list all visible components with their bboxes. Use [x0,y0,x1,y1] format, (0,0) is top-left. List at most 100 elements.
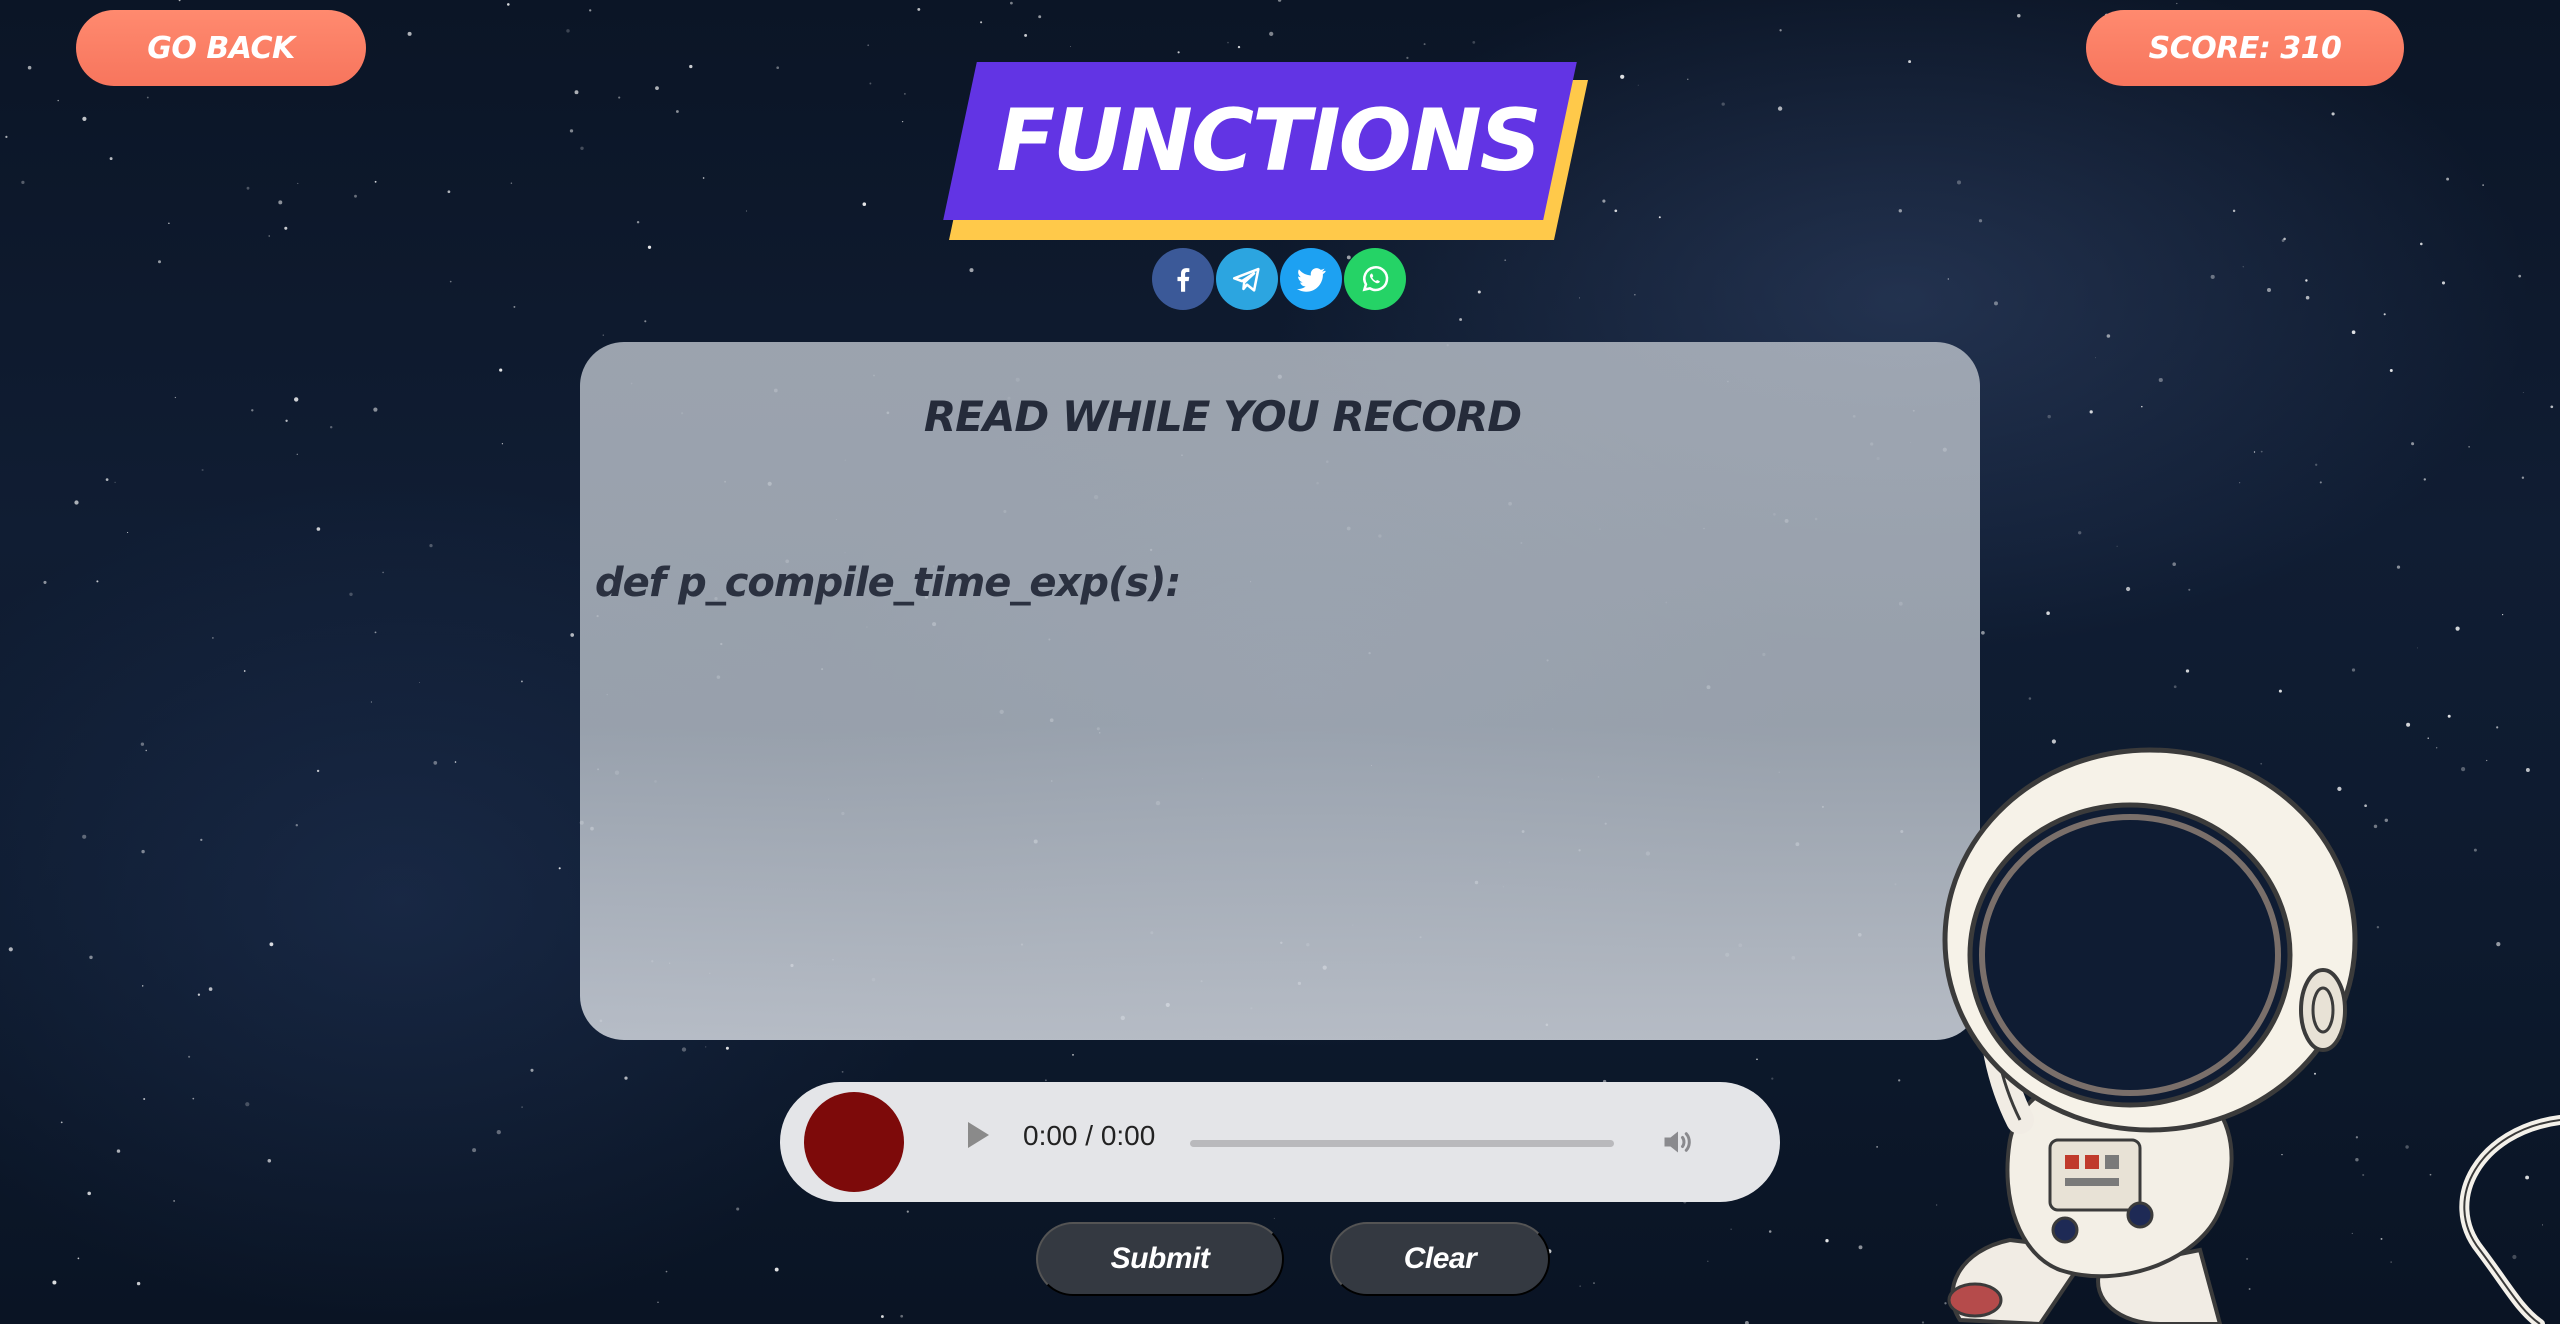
star [197,993,201,996]
star [201,468,204,472]
star [647,245,652,249]
star [245,1102,250,1107]
star [1978,219,1983,223]
star [580,146,584,151]
star [96,580,99,583]
star [2176,2,2178,5]
star [173,1200,175,1202]
star [251,409,254,412]
star [374,631,377,634]
star [2047,414,2051,419]
star [520,680,523,683]
submit-button[interactable]: Submit [1036,1222,1284,1296]
star [900,1314,904,1318]
star [57,99,59,102]
star [624,1076,628,1080]
star [349,592,353,596]
star [1045,1079,1047,1082]
facebook-icon[interactable] [1152,248,1214,310]
star [2095,357,2097,359]
star [636,220,640,224]
whatsapp-icon[interactable] [1344,248,1406,310]
star [278,200,283,205]
star [2383,313,2386,316]
star [2158,377,2163,383]
star [1771,1077,1774,1080]
star [294,397,299,402]
star [1472,41,1476,44]
star [60,1121,63,1124]
star [407,31,412,36]
star [906,1210,909,1213]
score-button[interactable]: SCORE: 310 [2086,10,2404,86]
star [675,110,679,113]
star [2106,334,2111,338]
star [109,157,113,161]
star [2416,647,2418,649]
star [1908,60,1912,64]
star [82,116,87,121]
star [429,543,433,548]
telegram-icon[interactable] [1216,248,1278,310]
star [208,987,213,991]
star [200,838,203,842]
star [382,571,384,574]
twitter-glyph [1296,268,1326,292]
star [2446,177,2450,181]
star [105,478,109,481]
star [569,129,574,133]
star [602,334,604,336]
star [87,1191,91,1196]
audio-recorder: 0:00 / 0:00 [780,1082,1780,1202]
star [2239,482,2241,484]
astronaut-illustration [1942,747,2560,1324]
star [841,1070,844,1073]
star [141,849,145,854]
star [566,29,570,33]
star [374,180,377,183]
star [1579,1285,1581,1287]
star [867,44,870,47]
star [2305,279,2308,282]
share-icons [1152,248,1406,310]
star [880,1315,884,1318]
star [1637,84,1639,86]
volume-icon[interactable] [1660,1124,1696,1160]
star [1227,41,1229,44]
record-button[interactable] [804,1092,904,1192]
star [574,90,579,95]
star [869,82,872,85]
star [1898,209,1902,213]
star [2406,722,2411,727]
star [1273,1217,1275,1219]
star [316,527,321,531]
star [2260,450,2263,453]
star [1956,180,1962,185]
facebook-glyph [1177,268,1190,292]
star [501,443,504,445]
star [1994,301,1998,306]
play-icon[interactable] [968,1122,989,1148]
whatsapp-glyph [1362,266,1389,292]
star [558,867,561,870]
star [2331,112,2335,116]
twitter-icon[interactable] [1280,248,1342,310]
star [745,210,748,212]
star [370,701,372,703]
clear-button[interactable]: Clear [1330,1222,1550,1296]
star [570,633,575,637]
star [141,985,144,987]
star [1779,29,1782,32]
star [2319,481,2322,484]
audio-progress-slider[interactable] [1190,1140,1614,1147]
star [1072,1054,1074,1056]
go-back-button[interactable]: GO BACK [76,10,366,86]
star [127,531,129,534]
star [140,742,145,746]
star [146,96,149,99]
star [212,637,214,639]
reading-panel: READ WHILE YOU RECORD def p_compile_time… [580,342,1980,1040]
star [2185,669,2190,673]
star [449,280,452,283]
star [143,1097,146,1101]
